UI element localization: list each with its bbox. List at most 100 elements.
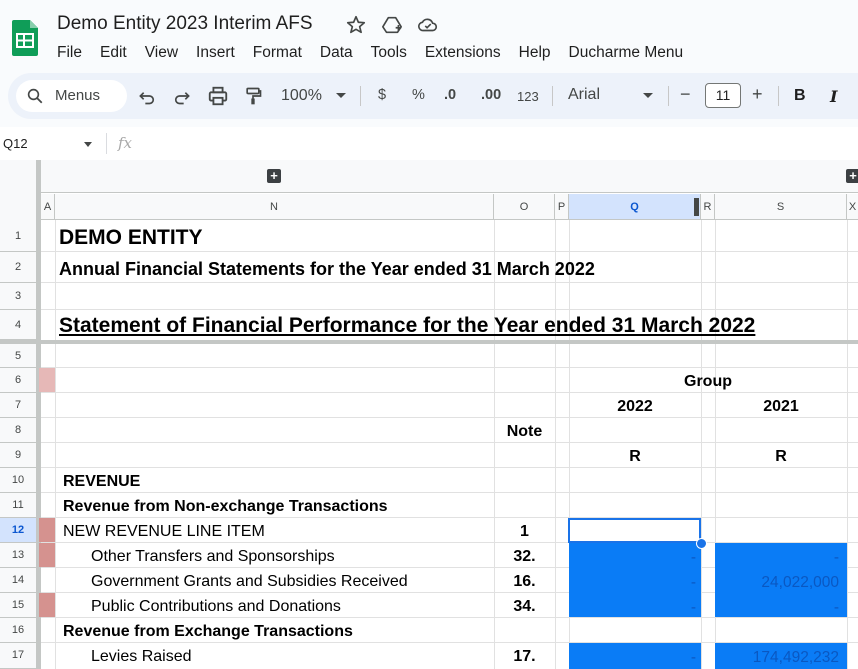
- menu-edit[interactable]: Edit: [91, 43, 136, 63]
- menu-view[interactable]: View: [136, 43, 187, 63]
- cloud-saved-icon[interactable]: [417, 14, 439, 36]
- unit-heading-2022[interactable]: R: [569, 448, 701, 466]
- select-all-corner[interactable]: [0, 160, 37, 220]
- star-icon[interactable]: [345, 14, 367, 36]
- line-note[interactable]: 17.: [494, 648, 555, 666]
- bold-button[interactable]: B: [794, 87, 806, 105]
- highlighted-cell[interactable]: [39, 543, 55, 567]
- value-2022[interactable]: -: [569, 574, 696, 592]
- paint-format-icon[interactable]: [243, 85, 263, 107]
- redo-icon[interactable]: [172, 85, 192, 107]
- column-resize-handle[interactable]: [694, 198, 699, 216]
- italic-button[interactable]: I: [830, 87, 837, 106]
- format-percent-button[interactable]: %: [412, 87, 425, 103]
- row-header[interactable]: 13: [0, 543, 37, 568]
- highlighted-cell[interactable]: [39, 518, 55, 542]
- note-heading[interactable]: Note: [494, 423, 555, 441]
- column-header-s[interactable]: S: [715, 194, 847, 220]
- row-header[interactable]: 7: [0, 393, 37, 418]
- line-label[interactable]: Other Transfers and Sponsorships: [91, 548, 335, 566]
- row-header[interactable]: 17: [0, 643, 37, 669]
- column-header-p[interactable]: P: [555, 194, 569, 220]
- line-note[interactable]: 34.: [494, 598, 555, 616]
- font-family-select[interactable]: Arial: [568, 86, 600, 104]
- row-header[interactable]: 15: [0, 593, 37, 618]
- row-header[interactable]: 10: [0, 468, 37, 493]
- document-title[interactable]: Demo Entity 2023 Interim AFS: [57, 13, 313, 35]
- year-2021-heading[interactable]: 2021: [715, 398, 847, 416]
- line-label[interactable]: Revenue from Non-exchange Transactions: [63, 498, 388, 516]
- line-label[interactable]: Revenue from Exchange Transactions: [63, 623, 353, 641]
- row-header[interactable]: 8: [0, 418, 37, 443]
- statement-subtitle[interactable]: Annual Financial Statements for the Year…: [59, 259, 595, 280]
- expand-group-icon[interactable]: +: [267, 169, 281, 183]
- row-header-selected[interactable]: 12: [0, 518, 37, 543]
- group-heading[interactable]: Group: [569, 373, 847, 391]
- fill-handle[interactable]: [696, 538, 707, 549]
- print-icon[interactable]: [207, 85, 229, 107]
- menu-help[interactable]: Help: [510, 43, 560, 63]
- line-note[interactable]: 32.: [494, 548, 555, 566]
- menu-insert[interactable]: Insert: [187, 43, 244, 63]
- font-size-input[interactable]: 11: [705, 83, 741, 108]
- menu-file[interactable]: File: [48, 43, 91, 63]
- line-note[interactable]: 1: [494, 523, 555, 541]
- line-label[interactable]: REVENUE: [63, 473, 140, 491]
- year-2022-heading[interactable]: 2022: [569, 398, 701, 416]
- row-header[interactable]: 14: [0, 568, 37, 593]
- format-currency-button[interactable]: $: [378, 87, 386, 103]
- move-to-drive-icon[interactable]: [381, 14, 403, 36]
- expand-group-icon[interactable]: +: [846, 169, 858, 183]
- increase-decimal-button[interactable]: .00: [481, 87, 501, 103]
- column-header-o[interactable]: O: [494, 194, 555, 220]
- line-note[interactable]: 16.: [494, 573, 555, 591]
- menu-tools[interactable]: Tools: [362, 43, 416, 63]
- row-header[interactable]: 5: [0, 344, 37, 368]
- more-formats-button[interactable]: 123: [517, 89, 539, 104]
- menus-search-button[interactable]: Menus: [16, 80, 127, 112]
- row-header[interactable]: 3: [0, 283, 37, 310]
- name-box-dropdown-icon[interactable]: [84, 142, 92, 147]
- sheets-logo-icon[interactable]: [12, 20, 38, 56]
- menu-extensions[interactable]: Extensions: [416, 43, 510, 63]
- row-header[interactable]: 16: [0, 618, 37, 643]
- line-label[interactable]: Government Grants and Subsidies Received: [91, 573, 408, 591]
- column-header-r[interactable]: R: [701, 194, 715, 220]
- increase-font-size-button[interactable]: +: [752, 84, 763, 105]
- row-header[interactable]: 6: [0, 368, 37, 393]
- highlighted-cell[interactable]: [39, 368, 55, 392]
- row-header[interactable]: 4: [0, 310, 37, 340]
- value-2022[interactable]: -: [569, 599, 696, 617]
- statement-title[interactable]: Statement of Financial Performance for t…: [59, 314, 849, 338]
- menu-format[interactable]: Format: [244, 43, 311, 63]
- row-header[interactable]: 1: [0, 220, 37, 252]
- value-2021[interactable]: -: [715, 599, 839, 617]
- line-label[interactable]: NEW REVENUE LINE ITEM: [63, 523, 265, 541]
- value-2022[interactable]: -: [569, 649, 696, 667]
- column-header-n[interactable]: N: [55, 194, 494, 220]
- value-2021[interactable]: -: [715, 549, 839, 567]
- value-2021[interactable]: 24,022,000: [715, 574, 839, 592]
- row-header[interactable]: 11: [0, 493, 37, 518]
- undo-icon[interactable]: [137, 85, 157, 107]
- freeze-row-handle[interactable]: [0, 340, 858, 344]
- active-cell-q12[interactable]: [568, 518, 701, 543]
- column-header-t[interactable]: X: [847, 194, 858, 220]
- value-2021[interactable]: 174,492,232: [715, 649, 839, 667]
- zoom-select[interactable]: 100%: [281, 87, 322, 105]
- name-box[interactable]: Q12: [3, 136, 28, 151]
- zoom-dropdown-icon[interactable]: [336, 93, 346, 98]
- column-header-a[interactable]: A: [41, 194, 55, 220]
- entity-name[interactable]: DEMO ENTITY: [59, 226, 203, 250]
- menu-ducharme[interactable]: Ducharme Menu: [560, 43, 693, 63]
- unit-heading-2021[interactable]: R: [715, 448, 847, 466]
- line-label[interactable]: Levies Raised: [91, 648, 192, 666]
- row-header[interactable]: 9: [0, 443, 37, 468]
- menu-data[interactable]: Data: [311, 43, 362, 63]
- value-2022[interactable]: -: [569, 549, 696, 567]
- row-header[interactable]: 2: [0, 252, 37, 283]
- line-label[interactable]: Public Contributions and Donations: [91, 598, 341, 616]
- highlighted-cell[interactable]: [39, 593, 55, 617]
- decrease-font-size-button[interactable]: −: [680, 84, 691, 105]
- font-dropdown-icon[interactable]: [643, 93, 653, 98]
